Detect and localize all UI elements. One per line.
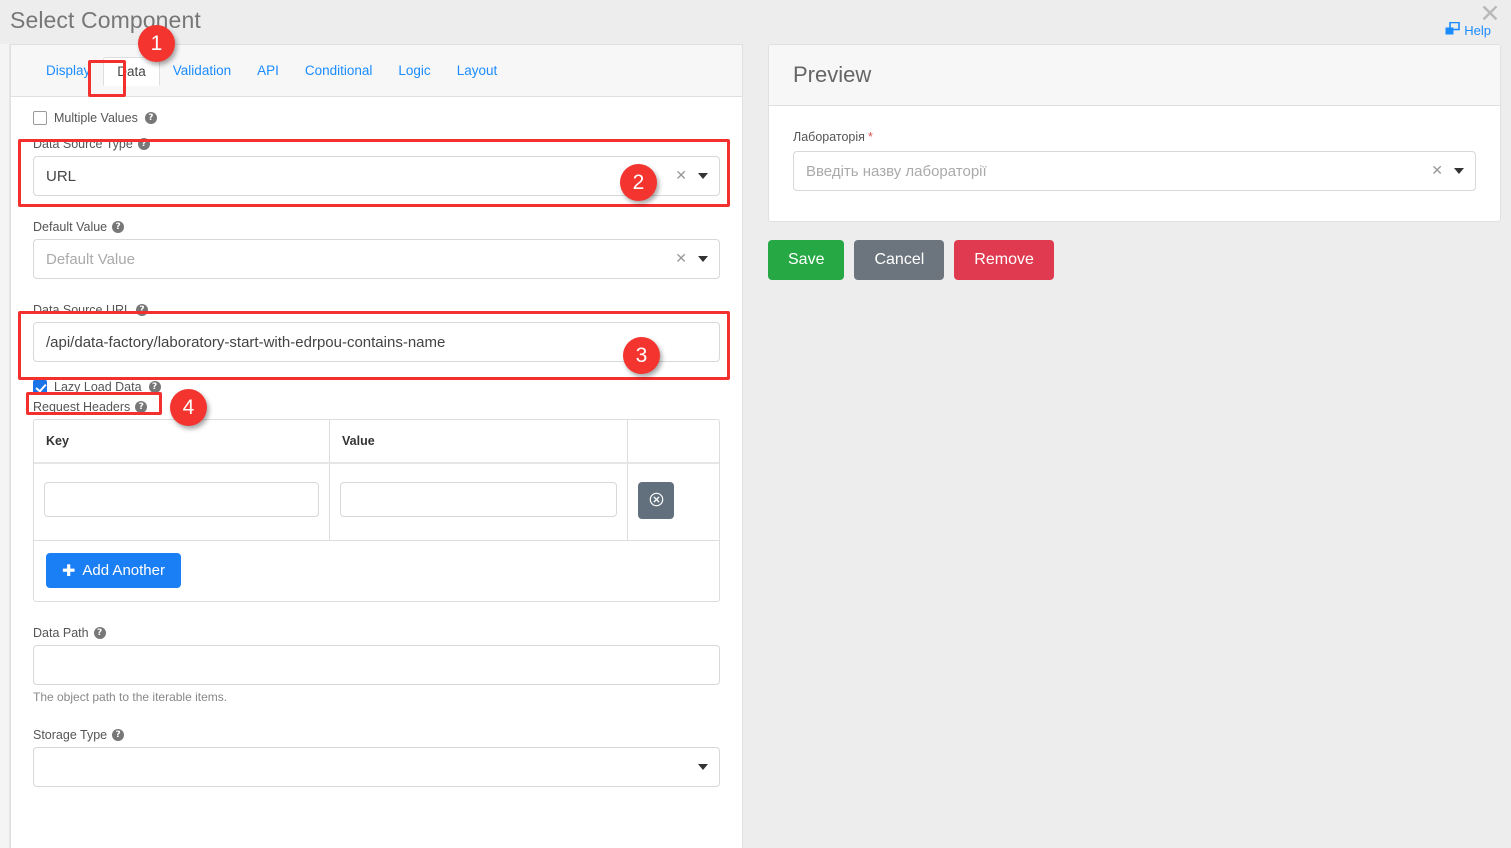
chevron-down-icon[interactable] [698, 256, 708, 262]
laboratory-select-controls: ✕ [1431, 151, 1464, 191]
cell-value [330, 464, 628, 540]
data-tab-panel: Multiple Values ? Data Source Type ? ✕ D… [11, 97, 742, 787]
help-tooltip-icon[interactable]: ? [135, 304, 148, 316]
preview-action-buttons: Save Cancel Remove [768, 240, 1501, 280]
remove-circle-icon [649, 492, 664, 510]
header-value-input[interactable] [340, 482, 617, 517]
tab-data[interactable]: Data [103, 57, 160, 86]
help-link[interactable]: Help [1445, 21, 1491, 38]
storage-type-input[interactable] [33, 747, 720, 787]
help-tooltip-icon[interactable]: ? [135, 401, 148, 413]
lazy-load-data-checkbox[interactable] [33, 380, 47, 394]
laboratory-input[interactable] [793, 151, 1476, 191]
settings-tabbar: Display Data Validation API Conditional … [11, 45, 742, 97]
chevron-down-icon[interactable] [698, 173, 708, 179]
data-path-label-row: Data Path ? [33, 626, 720, 640]
chevron-down-icon[interactable] [698, 764, 708, 770]
default-value-controls: ✕ [675, 239, 708, 279]
help-tooltip-icon[interactable]: ? [144, 112, 157, 124]
left-gutter [0, 44, 10, 848]
table-row [34, 464, 719, 541]
column-header-actions [628, 420, 719, 462]
storage-type-label: Storage Type [33, 728, 108, 742]
multiple-values-label: Multiple Values [54, 111, 138, 125]
add-another-label: Add Another [82, 562, 165, 579]
help-tooltip-icon[interactable]: ? [112, 221, 125, 233]
default-value-label-row: Default Value ? [33, 220, 720, 234]
data-source-url-label-row: Data Source URL ? [33, 303, 720, 317]
column-header-value: Value [330, 420, 628, 462]
chevron-down-icon[interactable] [1454, 168, 1464, 174]
save-button[interactable]: Save [768, 240, 845, 280]
add-another-button[interactable]: ✚ Add Another [46, 553, 181, 588]
table-header-row: Key Value [34, 420, 719, 464]
remove-button[interactable]: Remove [954, 240, 1054, 280]
data-source-url-label: Data Source URL [33, 303, 131, 317]
tab-logic[interactable]: Logic [385, 57, 443, 84]
default-value-label: Default Value [33, 220, 108, 234]
request-headers-table: Key Value ✚ Add Another [33, 419, 720, 602]
preview-title: Preview [793, 62, 872, 87]
storage-type-controls [698, 747, 708, 787]
help-tooltip-icon[interactable]: ? [93, 627, 106, 639]
data-source-type-label: Data Source Type [33, 137, 133, 151]
storage-type-select[interactable] [33, 747, 720, 787]
help-tooltip-icon[interactable]: ? [137, 138, 150, 150]
data-source-url-input[interactable] [33, 322, 720, 362]
default-value-select[interactable]: ✕ [33, 239, 720, 279]
cancel-button[interactable]: Cancel [854, 240, 945, 280]
cell-key [34, 464, 330, 540]
tab-validation[interactable]: Validation [160, 57, 244, 84]
data-source-type-input[interactable] [33, 156, 720, 196]
data-source-type-controls: ✕ [675, 156, 708, 196]
remove-header-row-button[interactable] [638, 482, 674, 519]
data-source-type-select[interactable]: ✕ [33, 156, 720, 196]
tab-display[interactable]: Display [33, 57, 103, 84]
clear-x-icon[interactable]: ✕ [675, 251, 687, 267]
preview-panel: Preview Лабораторія* ✕ Save Cancel Remov… [768, 44, 1501, 280]
required-marker: * [867, 130, 873, 144]
default-value-input[interactable] [33, 239, 720, 279]
preview-card: Preview Лабораторія* ✕ [768, 44, 1501, 222]
data-path-hint: The object path to the iterable items. [33, 690, 228, 704]
data-path-label: Data Path [33, 626, 89, 640]
lazy-load-data-row: Lazy Load Data ? [33, 380, 720, 394]
request-headers-label-row: Request Headers ? [33, 400, 720, 414]
laboratory-select[interactable]: ✕ [793, 151, 1476, 191]
plus-icon: ✚ [62, 560, 76, 580]
help-tooltip-icon[interactable]: ? [112, 729, 125, 741]
tab-conditional[interactable]: Conditional [292, 57, 386, 84]
data-path-input[interactable] [33, 645, 720, 685]
multiple-values-checkbox[interactable] [33, 111, 47, 125]
data-source-type-label-row: Data Source Type ? [33, 137, 720, 151]
external-window-icon [1445, 21, 1461, 38]
table-footer: ✚ Add Another [34, 541, 719, 601]
header-key-input[interactable] [44, 482, 319, 517]
column-header-key: Key [34, 420, 330, 462]
cell-actions [628, 464, 719, 540]
tab-api[interactable]: API [244, 57, 292, 84]
request-headers-label: Request Headers [33, 400, 131, 414]
lazy-load-data-label: Lazy Load Data [54, 380, 142, 394]
help-label: Help [1464, 22, 1491, 38]
help-tooltip-icon[interactable]: ? [148, 381, 161, 393]
storage-type-label-row: Storage Type ? [33, 728, 720, 742]
select-component-dialog: Select Component ✕ Help Display Data Val… [0, 0, 1511, 848]
preview-field-label: Лабораторія [793, 130, 865, 144]
component-settings-panel: Display Data Validation API Conditional … [10, 44, 743, 848]
page-title: Select Component [10, 7, 201, 33]
clear-x-icon[interactable]: ✕ [1431, 163, 1443, 179]
preview-body: Лабораторія* ✕ [769, 106, 1500, 221]
clear-x-icon[interactable]: ✕ [675, 168, 687, 184]
tab-layout[interactable]: Layout [444, 57, 511, 84]
multiple-values-row: Multiple Values ? [33, 111, 720, 125]
preview-header: Preview [769, 45, 1500, 106]
preview-field-label-row: Лабораторія * [793, 130, 1476, 144]
